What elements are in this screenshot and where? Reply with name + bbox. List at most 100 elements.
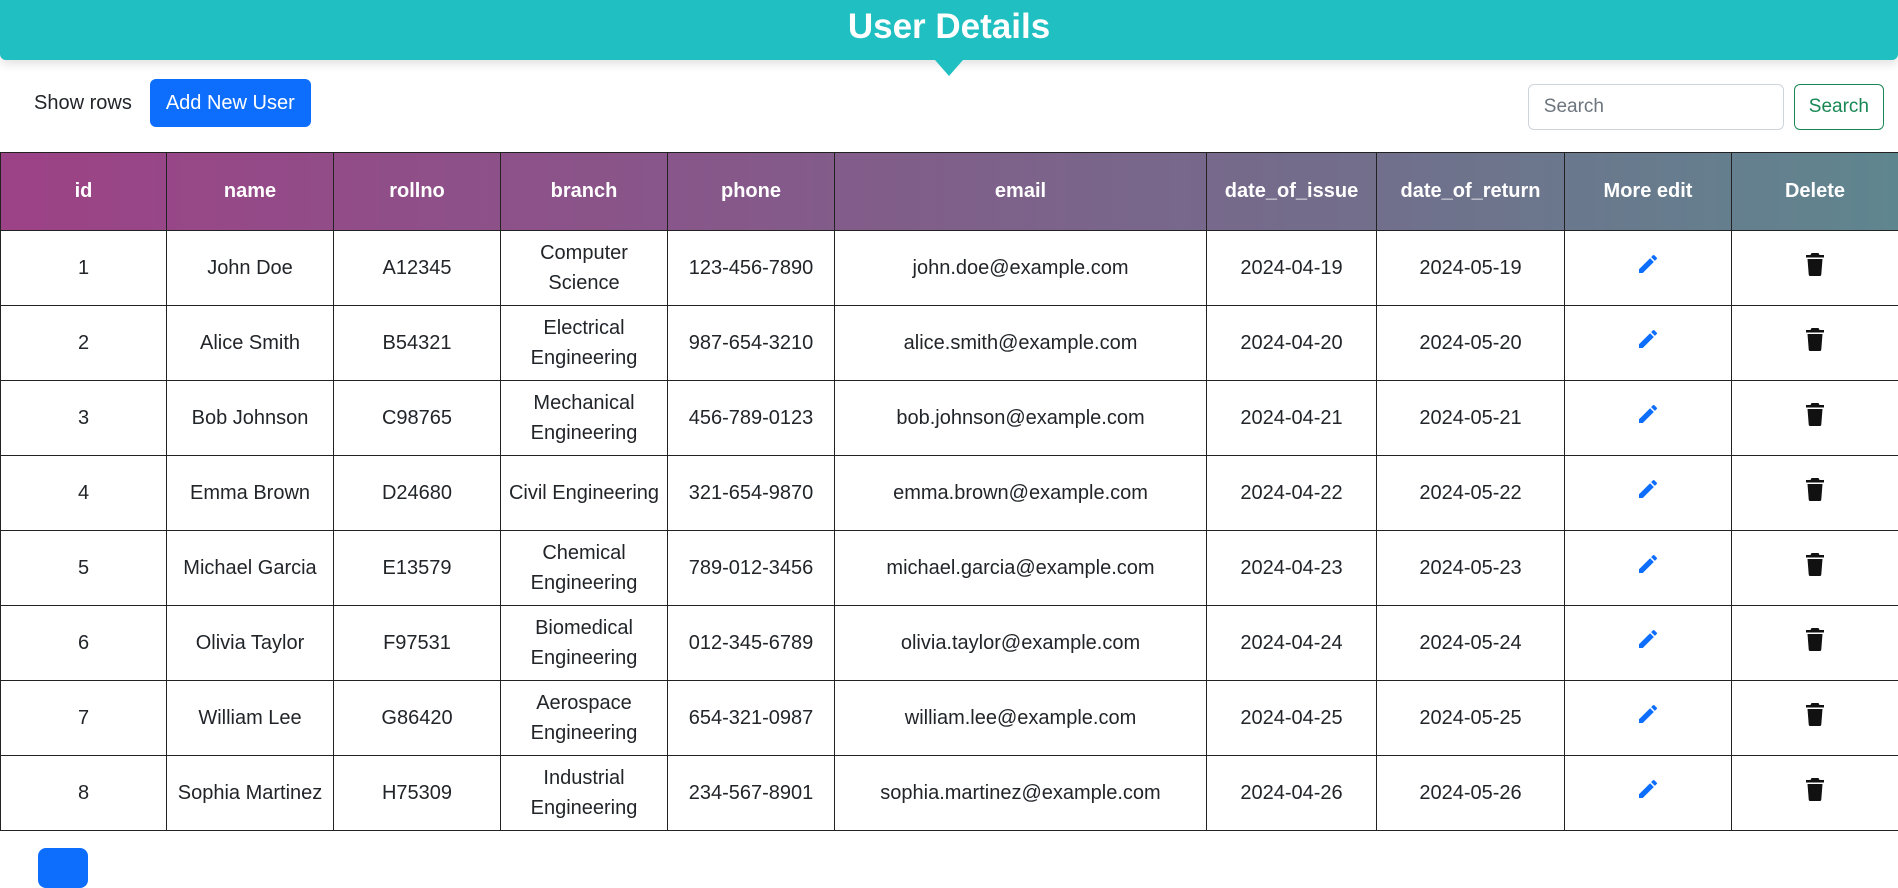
- cell-phone: 123-456-7890: [668, 231, 835, 306]
- add-new-user-button[interactable]: Add New User: [150, 79, 311, 127]
- cell-id: 1: [1, 231, 167, 306]
- column-header-id[interactable]: id: [1, 153, 167, 231]
- cell-phone: 234-567-8901: [668, 756, 835, 831]
- cell-delete: [1732, 606, 1898, 681]
- header-caret: [935, 60, 963, 76]
- pagination-button[interactable]: [38, 848, 88, 888]
- pencil-icon[interactable]: [1636, 477, 1660, 510]
- pencil-icon[interactable]: [1636, 552, 1660, 585]
- search-button[interactable]: Search: [1794, 84, 1884, 130]
- cell-date-of-return: 2024-05-22: [1377, 456, 1565, 531]
- cell-date-of-return: 2024-05-23: [1377, 531, 1565, 606]
- column-header-date-of-issue[interactable]: date_of_issue: [1207, 153, 1377, 231]
- cell-name: Emma Brown: [167, 456, 334, 531]
- column-header-phone[interactable]: phone: [668, 153, 835, 231]
- cell-email: william.lee@example.com: [835, 681, 1207, 756]
- cell-id: 3: [1, 381, 167, 456]
- page-title: User Details: [848, 7, 1050, 47]
- cell-phone: 987-654-3210: [668, 306, 835, 381]
- trash-icon[interactable]: [1804, 327, 1826, 360]
- cell-branch: Computer Science: [501, 231, 668, 306]
- pencil-icon[interactable]: [1636, 777, 1660, 810]
- cell-name: Sophia Martinez: [167, 756, 334, 831]
- cell-branch: Aerospace Engineering: [501, 681, 668, 756]
- trash-icon[interactable]: [1804, 477, 1826, 510]
- cell-delete: [1732, 381, 1898, 456]
- cell-name: William Lee: [167, 681, 334, 756]
- cell-email: michael.garcia@example.com: [835, 531, 1207, 606]
- cell-date-of-return: 2024-05-24: [1377, 606, 1565, 681]
- cell-branch: Civil Engineering: [501, 456, 668, 531]
- cell-more-edit: [1565, 756, 1732, 831]
- cell-date-of-issue: 2024-04-24: [1207, 606, 1377, 681]
- cell-rollno: D24680: [334, 456, 501, 531]
- cell-branch: Chemical Engineering: [501, 531, 668, 606]
- cell-rollno: H75309: [334, 756, 501, 831]
- cell-more-edit: [1565, 231, 1732, 306]
- cell-id: 8: [1, 756, 167, 831]
- cell-rollno: G86420: [334, 681, 501, 756]
- column-header-name[interactable]: name: [167, 153, 334, 231]
- trash-icon[interactable]: [1804, 252, 1826, 285]
- table-row: 5Michael GarciaE13579Chemical Engineerin…: [1, 531, 1898, 606]
- cell-rollno: E13579: [334, 531, 501, 606]
- cell-delete: [1732, 456, 1898, 531]
- cell-name: John Doe: [167, 231, 334, 306]
- column-header-delete[interactable]: Delete: [1732, 153, 1898, 231]
- trash-icon[interactable]: [1804, 552, 1826, 585]
- table-row: 1John DoeA12345Computer Science123-456-7…: [1, 231, 1898, 306]
- cell-more-edit: [1565, 681, 1732, 756]
- cell-branch: Electrical Engineering: [501, 306, 668, 381]
- column-header-rollno[interactable]: rollno: [334, 153, 501, 231]
- cell-date-of-return: 2024-05-26: [1377, 756, 1565, 831]
- toolbar-right: Search: [1528, 84, 1884, 130]
- cell-date-of-issue: 2024-04-20: [1207, 306, 1377, 381]
- cell-email: olivia.taylor@example.com: [835, 606, 1207, 681]
- cell-phone: 789-012-3456: [668, 531, 835, 606]
- cell-branch: Industrial Engineering: [501, 756, 668, 831]
- column-header-branch[interactable]: branch: [501, 153, 668, 231]
- pencil-icon[interactable]: [1636, 252, 1660, 285]
- table-header-row: idnamerollnobranchphoneemaildate_of_issu…: [1, 153, 1898, 231]
- pencil-icon[interactable]: [1636, 327, 1660, 360]
- trash-icon[interactable]: [1804, 627, 1826, 660]
- cell-id: 5: [1, 531, 167, 606]
- column-header-more-edit[interactable]: More edit: [1565, 153, 1732, 231]
- table-row: 2Alice SmithB54321Electrical Engineering…: [1, 306, 1898, 381]
- cell-name: Alice Smith: [167, 306, 334, 381]
- cell-phone: 012-345-6789: [668, 606, 835, 681]
- cell-more-edit: [1565, 456, 1732, 531]
- cell-email: sophia.martinez@example.com: [835, 756, 1207, 831]
- table-row: 6Olivia TaylorF97531Biomedical Engineeri…: [1, 606, 1898, 681]
- trash-icon[interactable]: [1804, 777, 1826, 810]
- cell-id: 4: [1, 456, 167, 531]
- cell-date-of-return: 2024-05-20: [1377, 306, 1565, 381]
- table-row: 3Bob JohnsonC98765Mechanical Engineering…: [1, 381, 1898, 456]
- cell-rollno: A12345: [334, 231, 501, 306]
- show-rows-label[interactable]: Show rows: [14, 72, 152, 134]
- cell-delete: [1732, 231, 1898, 306]
- trash-icon[interactable]: [1804, 402, 1826, 435]
- cell-name: Bob Johnson: [167, 381, 334, 456]
- cell-email: john.doe@example.com: [835, 231, 1207, 306]
- cell-date-of-issue: 2024-04-26: [1207, 756, 1377, 831]
- cell-delete: [1732, 681, 1898, 756]
- cell-email: emma.brown@example.com: [835, 456, 1207, 531]
- cell-more-edit: [1565, 306, 1732, 381]
- cell-email: alice.smith@example.com: [835, 306, 1207, 381]
- cell-delete: [1732, 531, 1898, 606]
- cell-name: Olivia Taylor: [167, 606, 334, 681]
- toolbar-left: Show rows Add New User: [14, 72, 311, 134]
- cell-date-of-issue: 2024-04-23: [1207, 531, 1377, 606]
- cell-date-of-return: 2024-05-19: [1377, 231, 1565, 306]
- cell-phone: 654-321-0987: [668, 681, 835, 756]
- pencil-icon[interactable]: [1636, 627, 1660, 660]
- cell-id: 6: [1, 606, 167, 681]
- pencil-icon[interactable]: [1636, 402, 1660, 435]
- trash-icon[interactable]: [1804, 702, 1826, 735]
- cell-email: bob.johnson@example.com: [835, 381, 1207, 456]
- column-header-date-of-return[interactable]: date_of_return: [1377, 153, 1565, 231]
- pencil-icon[interactable]: [1636, 702, 1660, 735]
- search-input[interactable]: [1528, 84, 1784, 130]
- column-header-email[interactable]: email: [835, 153, 1207, 231]
